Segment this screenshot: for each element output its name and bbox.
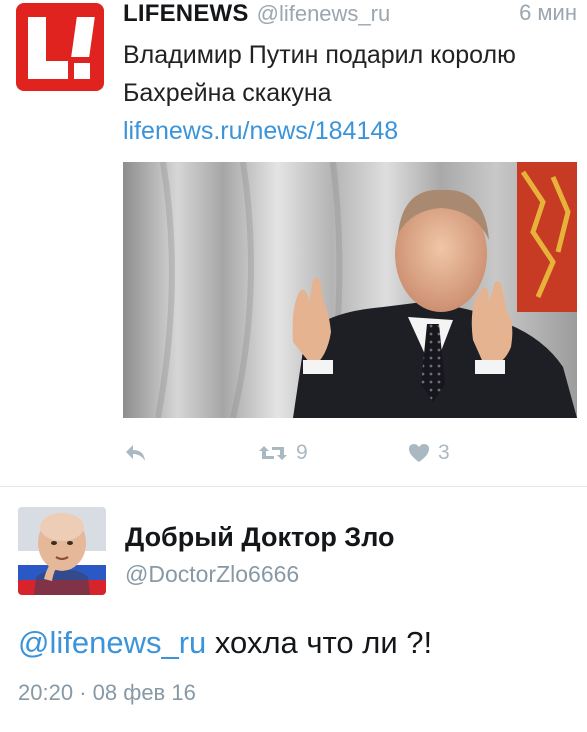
tweet-actions: 9 3 [123, 440, 577, 466]
heart-icon [408, 443, 430, 463]
photo-putin-gesture [123, 162, 577, 418]
author-handle[interactable]: @lifenews_ru [257, 1, 391, 26]
lifenews-logo-l [28, 17, 68, 79]
dr-evil-avatar-image [18, 507, 106, 595]
reply-icon [123, 442, 149, 464]
author-name[interactable]: LIFENEWS [123, 0, 249, 27]
tweet-lifenews[interactable]: LIFENEWS @lifenews_ru 6 мин Владимир Пути… [0, 0, 587, 486]
reply-mention-link[interactable]: @lifenews_ru [18, 625, 206, 660]
reply-button[interactable] [123, 440, 149, 466]
like-button[interactable]: 3 [408, 440, 450, 466]
like-count: 3 [438, 441, 450, 464]
tweet-header: LIFENEWS @lifenews_ru 6 мин [123, 0, 583, 30]
reply-date: 08 фев 16 [92, 680, 196, 705]
retweet-button[interactable]: 9 [258, 440, 308, 466]
reply-body: хохла что ли ?! [206, 625, 433, 660]
doctorzlo-avatar[interactable] [18, 507, 106, 595]
tweet-time[interactable]: 6 мин [519, 0, 577, 26]
retweet-count: 9 [296, 441, 308, 464]
lifenews-avatar[interactable] [16, 3, 104, 91]
reply-time: 20:20 [18, 680, 74, 705]
tweet-divider [0, 486, 587, 487]
retweet-icon [258, 442, 288, 464]
meta-separator: · [79, 680, 87, 705]
lifenews-logo-exclamation [71, 17, 95, 79]
reply-timestamp[interactable]: 20:20 · 08 фев 16 [18, 680, 196, 706]
reply-author-name[interactable]: Добрый Доктор Зло [125, 522, 395, 553]
tweet-link[interactable]: lifenews.ru/news/184148 [123, 112, 398, 150]
reply-text: @lifenews_ru хохла что ли ?! [18, 625, 432, 661]
tweet-photo[interactable] [123, 162, 577, 418]
tweet-text: Владимир Путин подарил королю Бахрейна с… [123, 41, 516, 107]
reply-author-handle[interactable]: @DoctorZlo6666 [125, 561, 299, 588]
